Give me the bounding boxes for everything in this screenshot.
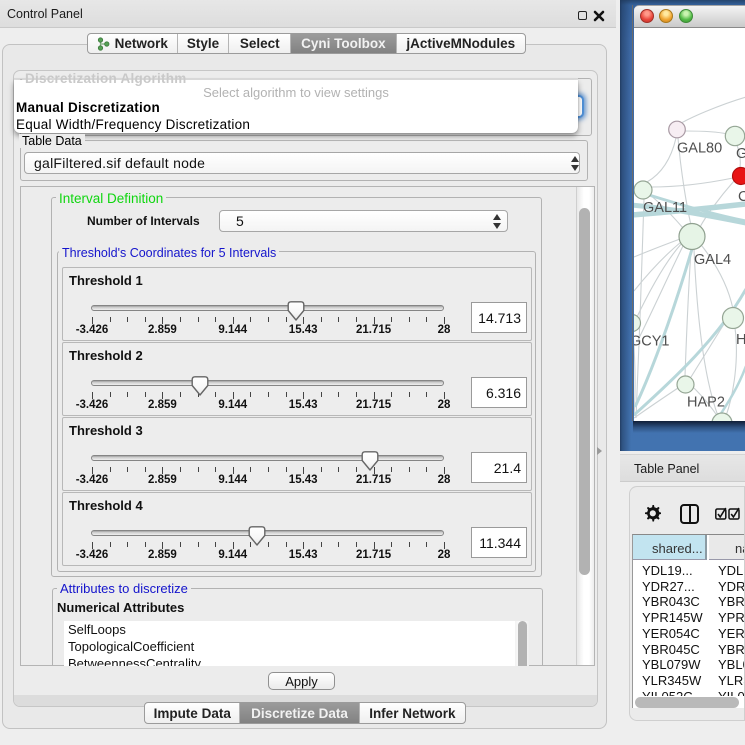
svg-text:GCY1: GCY1 <box>634 334 670 350</box>
svg-text:GAL80: GAL80 <box>677 141 722 157</box>
svg-text:H: H <box>736 332 745 348</box>
svg-text:HAP2: HAP2 <box>687 395 725 411</box>
svg-text:GAL4: GAL4 <box>694 252 731 268</box>
svg-text:GA: GA <box>736 146 745 162</box>
svg-text:C: C <box>738 189 745 205</box>
svg-text:GAL11: GAL11 <box>643 200 687 216</box>
